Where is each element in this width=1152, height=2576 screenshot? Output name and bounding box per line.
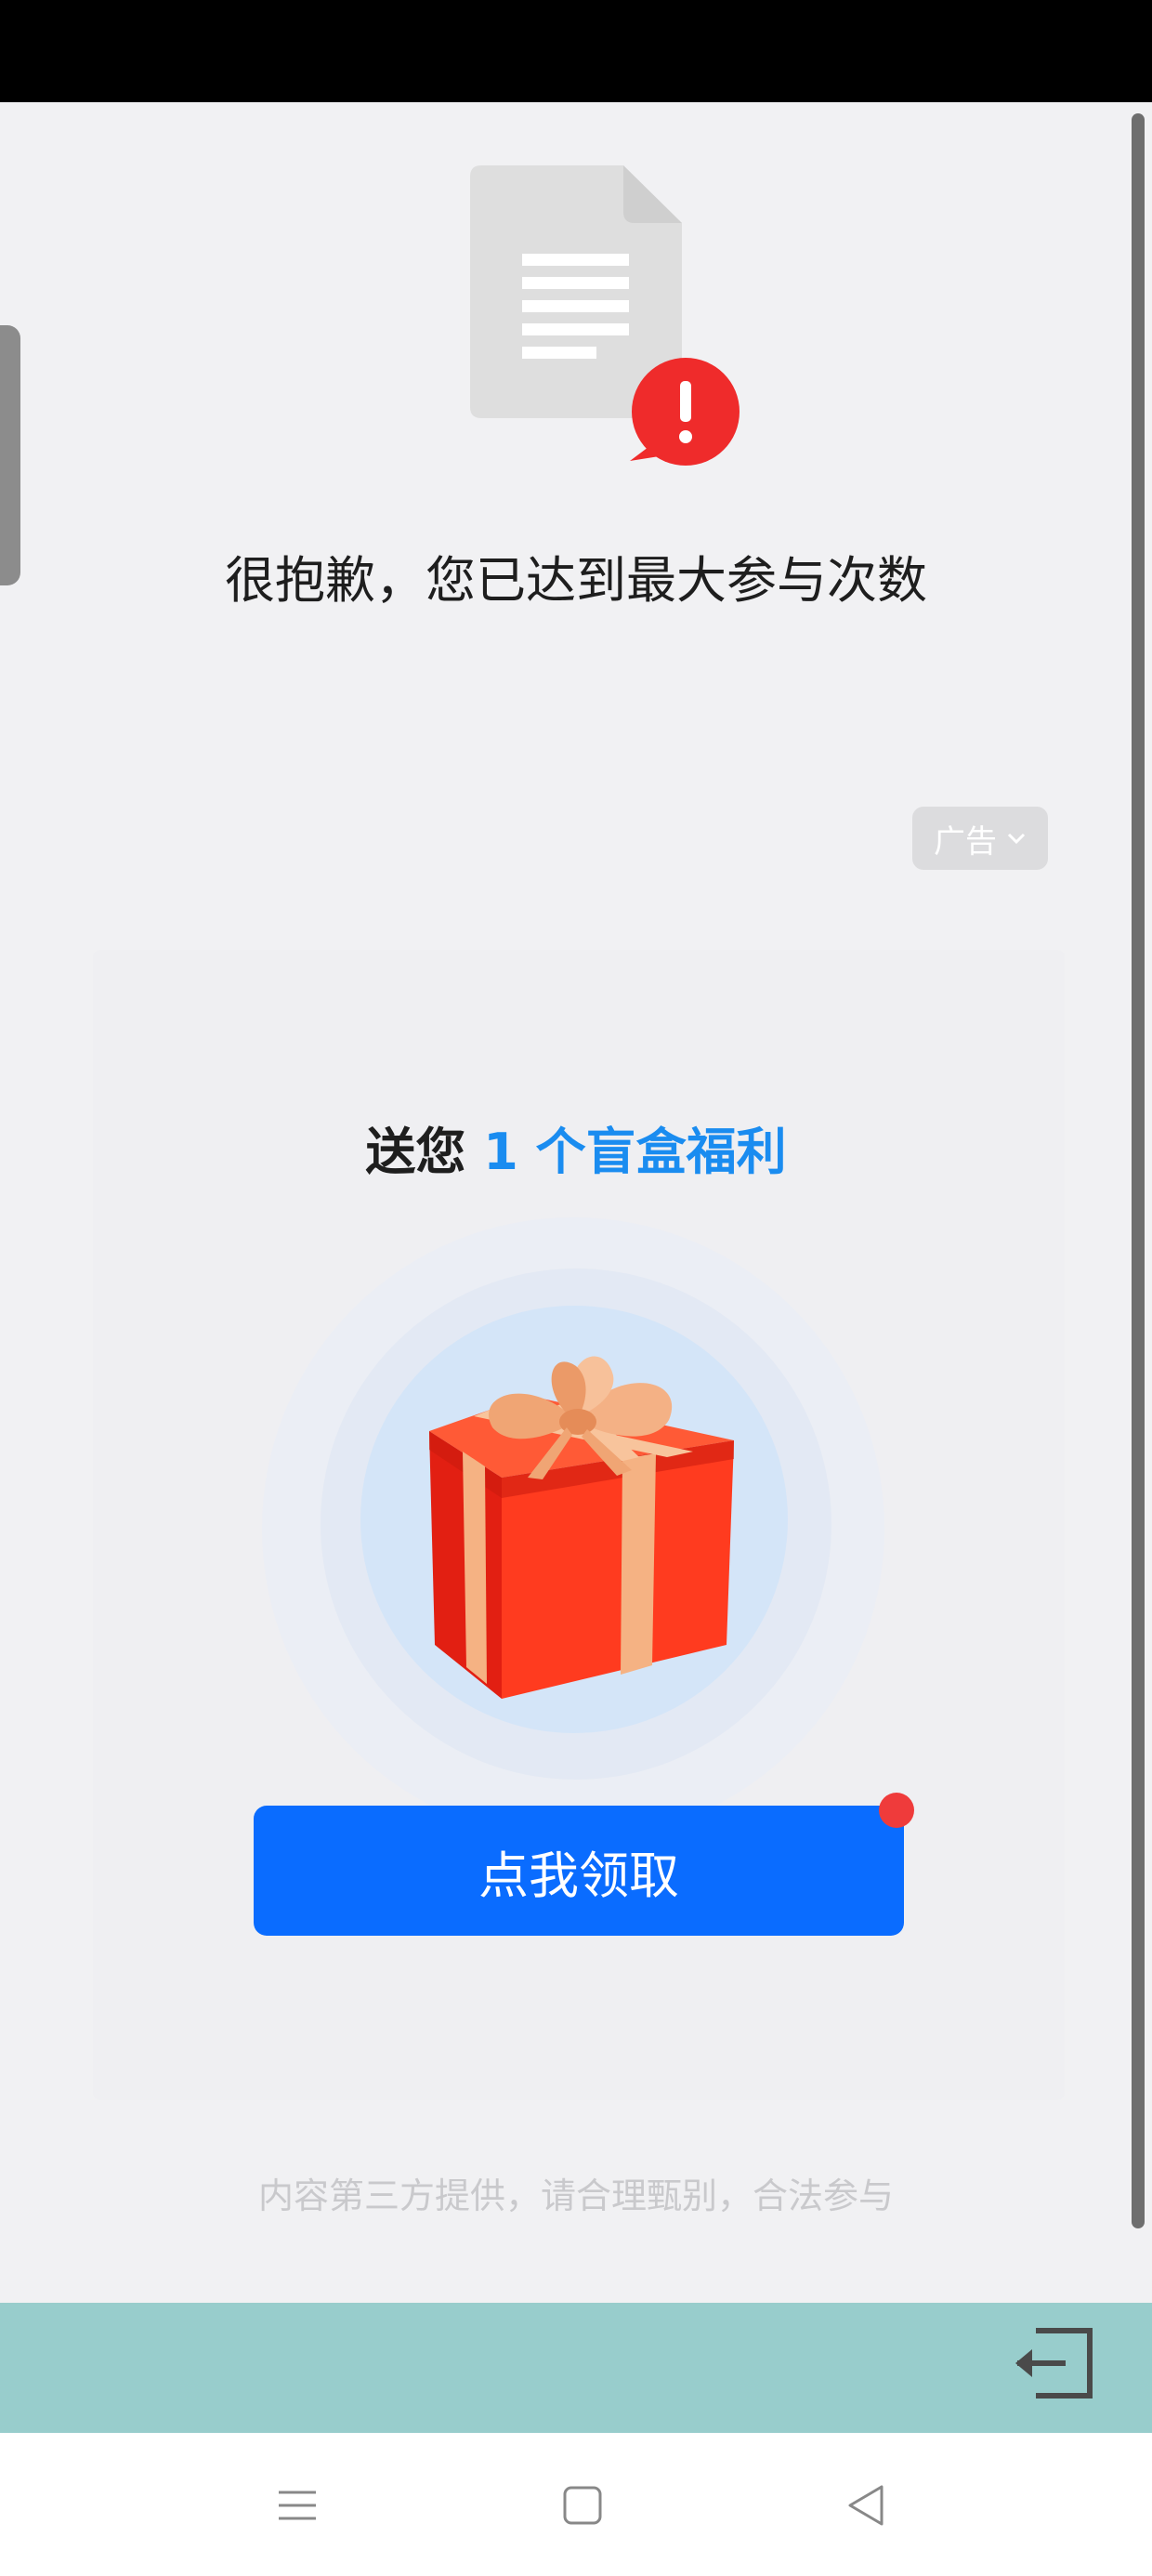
gift-title-prefix: 送您 [365, 1123, 466, 1181]
ad-label: 广告 [934, 822, 997, 861]
status-bar [0, 0, 1152, 102]
claim-button[interactable]: 点我领取 [254, 1806, 904, 1936]
gift-title: 送您 1 个盲盒福利 [0, 1115, 1152, 1189]
menu-icon[interactable] [271, 2479, 323, 2531]
back-icon[interactable] [841, 2479, 893, 2531]
bottom-bar [0, 2303, 1152, 2433]
ad-badge[interactable]: 广告 [912, 807, 1048, 870]
chevron-down-icon [1007, 833, 1026, 845]
disclaimer-text: 内容第三方提供，请合理甄别，合法参与 [257, 2175, 894, 2216]
notification-dot [879, 1793, 914, 1828]
home-icon[interactable] [556, 2479, 609, 2531]
gift-title-highlight: 1 个盲盒福利 [483, 1123, 787, 1181]
document-error-icon [470, 165, 740, 466]
exit-icon[interactable] [1008, 2321, 1101, 2405]
error-message: 很抱歉，您已达到最大参与次数 [225, 551, 927, 610]
gift-box-icon[interactable] [418, 1338, 743, 1701]
